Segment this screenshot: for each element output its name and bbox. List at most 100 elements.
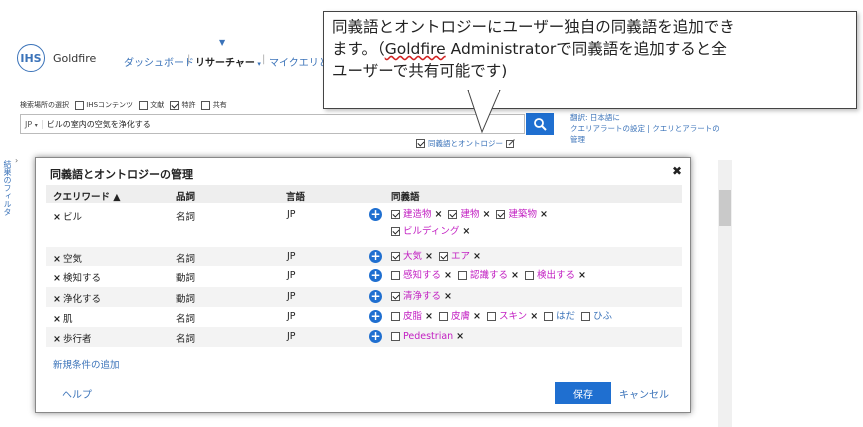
delete-icon[interactable]: × [53, 212, 61, 223]
search-button[interactable] [526, 113, 554, 135]
synonym-label[interactable]: Pedestrian [403, 329, 453, 344]
checkbox[interactable] [391, 332, 400, 341]
add-synonym-button[interactable]: + [369, 208, 382, 221]
checkbox[interactable] [391, 271, 400, 280]
checkbox-checked[interactable] [496, 210, 506, 219]
edit-icon[interactable] [506, 139, 515, 148]
synonym-item[interactable]: エア × [438, 249, 481, 264]
nav-researcher[interactable]: リサーチャー ▾ [195, 54, 261, 69]
synonym-item[interactable]: 皮脂 × [391, 309, 433, 324]
close-icon[interactable]: ✖ [672, 164, 682, 178]
synonym-label[interactable]: 感知する [403, 268, 441, 283]
synonym-item[interactable]: 建築物 × [496, 207, 548, 222]
nav-dashboard[interactable]: ダッシュボード [124, 54, 194, 69]
remove-icon[interactable]: × [483, 207, 491, 222]
help-link[interactable]: ヘルプ [62, 386, 92, 401]
synonym-label[interactable]: 検出する [537, 268, 575, 283]
delete-icon[interactable]: × [53, 314, 61, 325]
checkbox[interactable] [524, 271, 534, 280]
synonym-label[interactable]: 認識する [470, 268, 508, 283]
synonym-item[interactable]: 検出する × [524, 268, 586, 283]
source-option-patent[interactable]: 特許 [170, 100, 195, 110]
remove-icon[interactable]: × [473, 309, 481, 324]
synonym-item[interactable]: 清浄する × [391, 289, 452, 304]
remove-icon[interactable]: × [511, 268, 519, 283]
remove-icon[interactable]: × [540, 207, 548, 222]
synonym-label[interactable]: スキン [499, 309, 527, 324]
synonym-item[interactable]: 建物 × [448, 207, 490, 222]
synonym-label[interactable]: ひふ [593, 309, 612, 324]
add-synonym-button[interactable]: + [369, 269, 382, 282]
checkbox-checked[interactable] [438, 252, 448, 261]
remove-icon[interactable]: × [456, 329, 464, 344]
synonym-label[interactable]: エア [451, 249, 470, 264]
synonym-label[interactable]: ビルディング [403, 224, 459, 239]
remove-icon[interactable]: × [425, 249, 433, 264]
save-button[interactable]: 保存 [555, 382, 611, 404]
checkbox[interactable] [486, 312, 496, 321]
synonym-item[interactable]: スキン × [486, 309, 538, 324]
add-condition-link[interactable]: 新規条件の追加 [53, 357, 120, 371]
translate-link[interactable]: 翻訳: 日本語に [570, 112, 720, 123]
query-alert-link[interactable]: クエリアラートの設定 | クエリとアラートの [570, 123, 720, 134]
checkbox-checked[interactable] [391, 252, 400, 261]
search-input[interactable]: JP ▾ ビルの室内の空気を浄化する [20, 114, 525, 134]
source-option-ihs[interactable]: IHSコンテンツ [75, 100, 133, 110]
delete-icon[interactable]: × [53, 254, 61, 265]
column-keyword[interactable]: クエリワード ▲ [53, 189, 121, 203]
source-option-shared[interactable]: 共有 [201, 100, 227, 110]
checkbox-checked[interactable] [391, 210, 400, 219]
checkbox-checked[interactable] [170, 100, 180, 110]
checkbox[interactable] [438, 312, 448, 321]
cancel-button[interactable]: キャンセル [619, 386, 669, 401]
delete-icon[interactable]: × [53, 294, 61, 305]
checkbox[interactable] [139, 100, 149, 110]
synonym-item[interactable]: 皮膚 × [438, 309, 481, 324]
remove-icon[interactable]: × [425, 309, 433, 324]
ontology-toggle[interactable]: 同義語とオントロジー [416, 138, 515, 149]
checkbox[interactable] [544, 312, 554, 321]
synonym-item[interactable]: Pedestrian × [391, 329, 464, 344]
checkbox[interactable] [457, 271, 467, 280]
synonym-label[interactable]: 皮脂 [403, 309, 422, 324]
remove-icon[interactable]: × [444, 268, 452, 283]
add-synonym-button[interactable]: + [369, 310, 382, 323]
synonym-label[interactable]: 建造物 [403, 207, 432, 222]
synonym-label[interactable]: 建物 [460, 207, 479, 222]
delete-icon[interactable]: × [53, 334, 61, 345]
synonym-item[interactable]: 認識する × [457, 268, 519, 283]
synonym-item[interactable]: ビルディング × [391, 224, 470, 239]
results-filter[interactable]: 結果のフィルタ [2, 160, 13, 216]
checkbox-checked[interactable] [391, 227, 400, 236]
language-select[interactable]: JP ▾ [21, 119, 43, 129]
delete-icon[interactable]: × [53, 273, 61, 284]
source-option-literature[interactable]: 文献 [139, 100, 164, 110]
add-synonym-button[interactable]: + [369, 290, 382, 303]
synonym-label[interactable]: 皮膚 [451, 309, 470, 324]
remove-icon[interactable]: × [444, 289, 452, 304]
checkbox-checked[interactable] [391, 292, 400, 301]
synonym-label[interactable]: 清浄する [403, 289, 441, 304]
remove-icon[interactable]: × [462, 224, 470, 239]
remove-icon[interactable]: × [473, 249, 481, 264]
checkbox[interactable] [580, 312, 590, 321]
synonym-label[interactable]: 大気 [403, 249, 422, 264]
manage-link[interactable]: 管理 [570, 134, 720, 145]
checkbox-checked[interactable] [448, 210, 458, 219]
synonym-label[interactable]: はだ [556, 309, 575, 324]
checkbox-checked[interactable] [416, 139, 425, 148]
synonym-item[interactable]: 感知する × [391, 268, 452, 283]
synonym-item[interactable]: ひふ [580, 309, 612, 324]
scrollbar-thumb[interactable] [719, 190, 731, 226]
add-synonym-button[interactable]: + [369, 330, 382, 343]
remove-icon[interactable]: × [530, 309, 538, 324]
checkbox[interactable] [391, 312, 400, 321]
ihs-logo[interactable]: IHS [17, 44, 45, 72]
checkbox[interactable] [75, 100, 84, 110]
remove-icon[interactable]: × [435, 207, 443, 222]
synonym-label[interactable]: 建築物 [508, 207, 537, 222]
chevron-right-icon[interactable]: › [15, 156, 18, 165]
synonym-item[interactable]: はだ [544, 309, 575, 324]
remove-icon[interactable]: × [578, 268, 586, 283]
synonym-item[interactable]: 建造物 × [391, 207, 442, 222]
